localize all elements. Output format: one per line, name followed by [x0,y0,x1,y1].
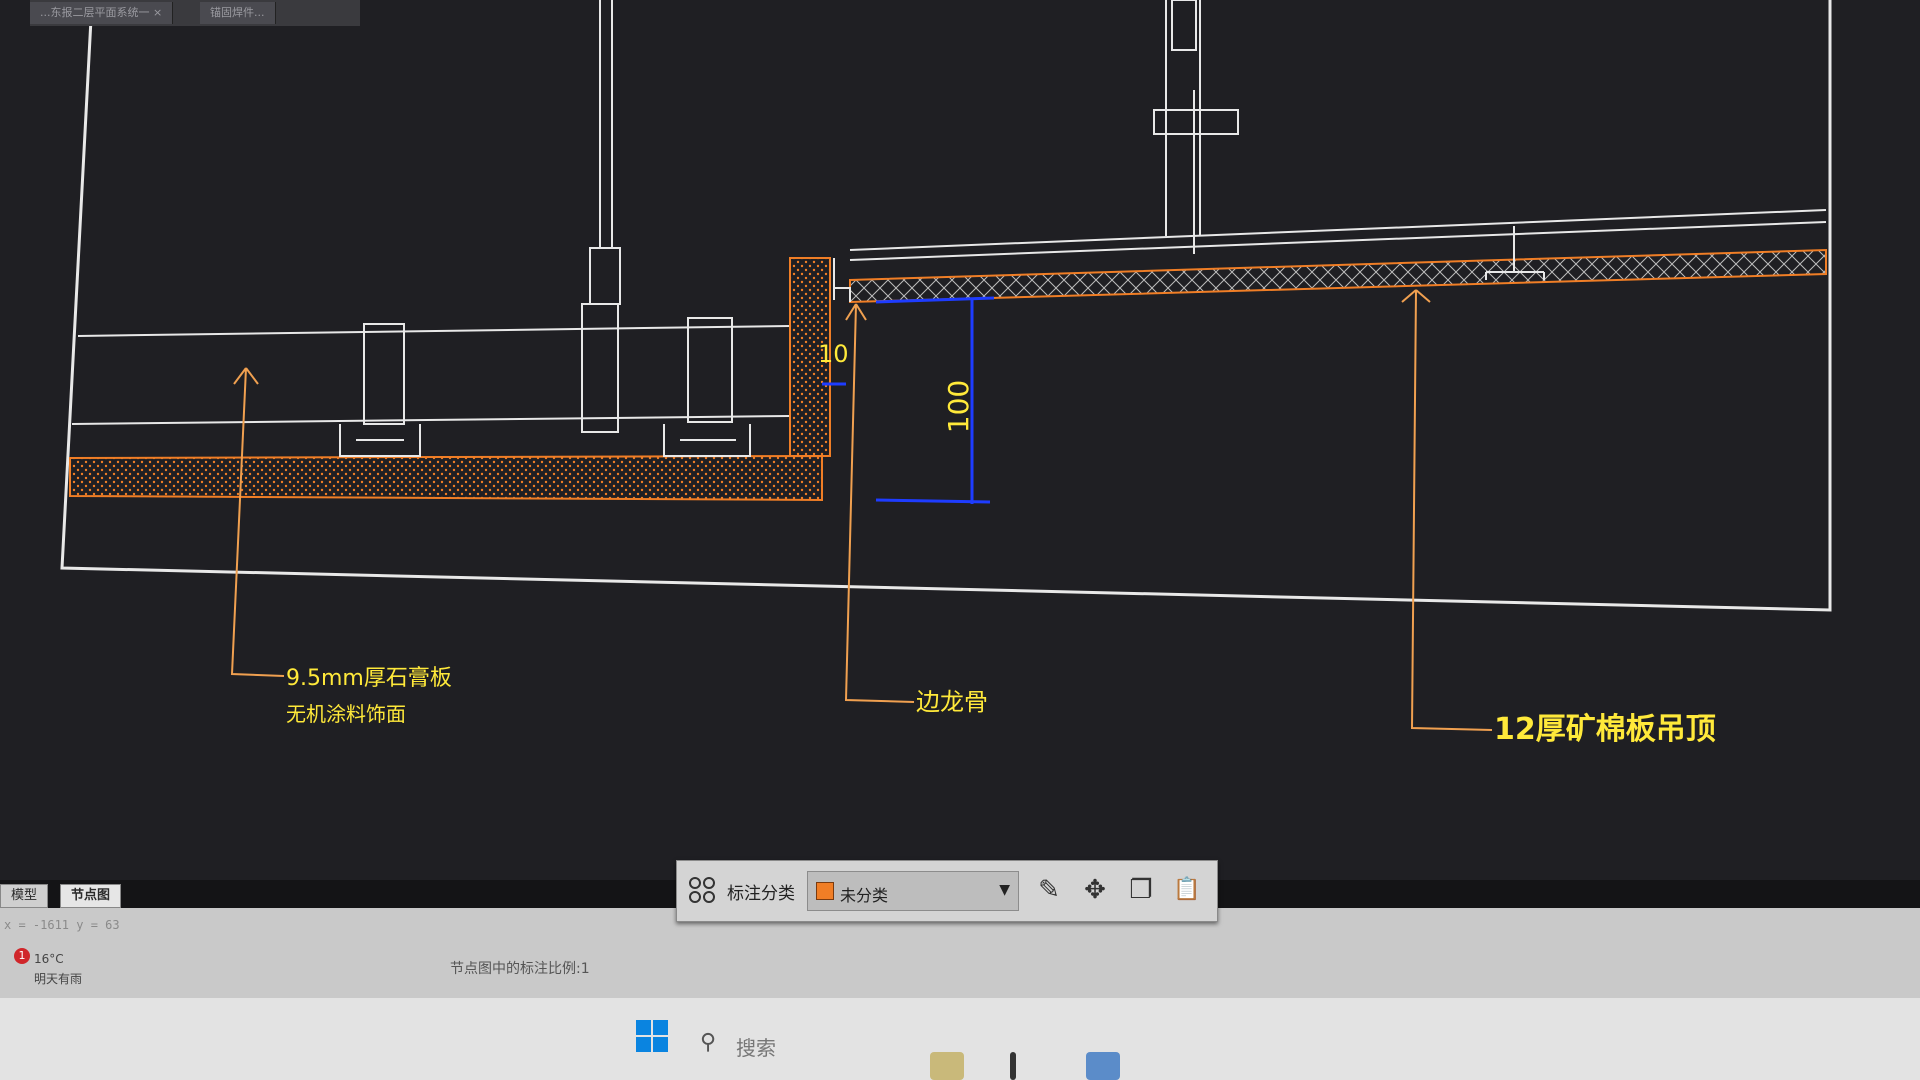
weather-desc: 明天有雨 [34,972,83,986]
annotation-gypsum-line1: 9.5mm厚石膏板 [286,666,452,691]
detail-frame [60,0,1832,612]
layout-tabs: 模型 节点图 [0,880,140,908]
main-runner-bottom [71,415,791,425]
annotation-gypsum-line2: 无机涂料饰面 [286,702,406,726]
hanger-nut-upper [1171,0,1197,51]
category-select[interactable]: 未分类 ▼ [807,871,1019,911]
leader-edge-keel [844,303,915,703]
search-icon[interactable]: ⚲ [700,1030,716,1055]
category-label: 标注分类 [727,884,795,904]
app-icon[interactable] [930,1052,964,1080]
hanger-bolt [589,247,621,305]
drawing-canvas[interactable]: 10 100 9.5mm厚石膏板 无机涂料饰面 边龙骨 12厚矿棉板吊顶 [0,0,1920,880]
document-tabs: ...东报二层平面系统一 × 锚固焊件... [30,0,360,26]
annotation-edge-keel: 边龙骨 [916,688,988,716]
chevron-down-icon: ▼ [999,882,1010,898]
dim-100-bottom [875,498,991,504]
leader-mineral [1401,289,1493,731]
tab-model[interactable]: 模型 [0,884,49,908]
windows-start-icon[interactable] [636,1020,668,1052]
annotation-toolbar: 标注分类 未分类 ▼ ✎ ✥ ❐ 📋 [676,860,1218,922]
grid-icon[interactable] [687,875,717,905]
detail-drawing[interactable] [0,0,1920,880]
mineral-board-section [849,248,1827,304]
category-select-value: 未分类 [840,886,889,905]
keel-2 [687,317,733,423]
document-tab[interactable]: 锚固焊件... [200,2,276,24]
keel-clip-1 [339,424,421,457]
main-runner-top [77,325,791,337]
gypsum-board [69,454,823,502]
category-color-swatch [816,882,834,900]
leader-gypsum [230,367,285,677]
weather-temp: 16°C [34,952,64,966]
taskbar-search-input[interactable]: 搜索 [736,1032,776,1061]
scale-note: 节点图中的标注比例:1 [450,961,590,977]
notification-badge: 1 [14,948,30,964]
paste-icon[interactable]: 📋 [1169,871,1205,909]
copy-icon[interactable]: ❐ [1123,871,1159,909]
edit-icon[interactable]: ✎ [1031,871,1067,909]
keel-clip-2 [663,424,751,457]
hanger-body [581,303,619,433]
edge-keel [834,287,851,302]
keel-1 [363,323,405,425]
right-runner-top [849,209,1827,251]
document-tab[interactable]: ...东报二层平面系统一 × [30,2,174,24]
app-icon[interactable] [1010,1052,1016,1080]
tab-detail-view[interactable]: 节点图 [60,884,122,908]
app-icon[interactable] [1086,1052,1120,1080]
dim-10-text: 10 [818,340,849,368]
annotation-mineral-board: 12厚矿棉板吊顶 [1494,712,1716,747]
weather-widget[interactable]: 1 16°C 明天有雨 [8,948,98,998]
coordinate-readout: x = -1611 y = 63 [4,918,120,932]
move-icon[interactable]: ✥ [1077,871,1113,909]
dim-100-text: 100 [942,379,976,434]
